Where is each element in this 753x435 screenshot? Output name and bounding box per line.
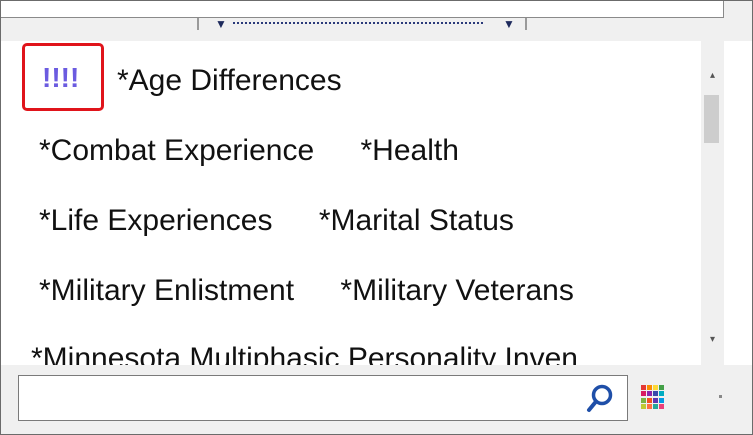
vertical-scrollbar[interactable]: ▴ ▾	[701, 41, 724, 365]
marker-tag[interactable]: !!!!	[42, 61, 79, 95]
splitter-handle[interactable]: ▼ ▼	[197, 18, 537, 32]
tag-item[interactable]: *Marital Status	[319, 201, 514, 241]
chevron-down-icon[interactable]: ▼	[503, 18, 515, 30]
tag-row: *Age Differences	[117, 61, 342, 101]
splitter-tick-right	[525, 18, 527, 30]
tag-item[interactable]: *Health	[361, 131, 459, 171]
chevron-down-icon[interactable]: ▼	[215, 18, 227, 30]
tag-list: *Age Differences *Combat Experience *Hea…	[1, 41, 701, 365]
splitter-tick-left	[197, 18, 199, 30]
color-grid-icon[interactable]	[641, 385, 665, 409]
tag-item[interactable]: *Minnesota Multiphasic Personality Inven	[31, 339, 578, 365]
search-input[interactable]	[18, 375, 628, 421]
search-bar	[1, 365, 752, 434]
search-icon[interactable]	[585, 383, 615, 415]
top-input-field[interactable]	[1, 1, 724, 18]
tag-row: *Life Experiences *Marital Status	[39, 201, 514, 241]
scroll-thumb[interactable]	[704, 95, 719, 143]
tag-panel-window: ▼ ▼ *Age Differences *Combat Experience …	[0, 0, 753, 435]
scroll-up-icon[interactable]: ▴	[705, 69, 720, 83]
tag-row: *Combat Experience *Health	[39, 131, 459, 171]
tag-row: *Minnesota Multiphasic Personality Inven	[31, 339, 578, 365]
tag-row: *Military Enlistment *Military Veterans	[39, 271, 574, 311]
tag-item[interactable]: *Life Experiences	[39, 201, 272, 241]
splitter-dots	[233, 22, 483, 24]
resize-grip[interactable]	[719, 395, 722, 398]
tag-item[interactable]: *Military Veterans	[340, 271, 573, 311]
tag-item[interactable]: *Age Differences	[117, 61, 342, 101]
top-bar: ▼ ▼	[1, 1, 752, 41]
tag-item[interactable]: *Combat Experience	[39, 131, 314, 171]
scroll-down-icon[interactable]: ▾	[705, 333, 720, 347]
tag-item[interactable]: *Military Enlistment	[39, 271, 294, 311]
